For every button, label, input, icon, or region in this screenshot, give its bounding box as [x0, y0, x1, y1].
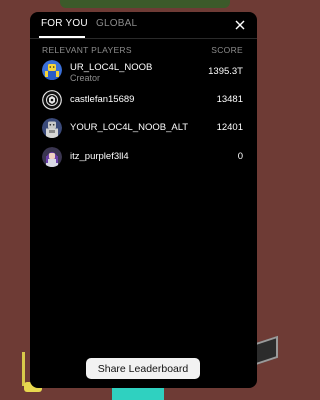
player-role: Creator: [70, 73, 101, 83]
player-row[interactable]: castlefan15689 13481: [30, 88, 257, 114]
player-row[interactable]: itz_purplef3ll4 0: [30, 145, 257, 171]
player-score: 12401: [216, 122, 243, 133]
close-button[interactable]: [233, 18, 247, 32]
player-name: YOUR_LOC4L_NOOB_ALT: [70, 122, 189, 133]
leaderboard-panel: FOR YOU GLOBAL RELEVANT PLAYERS SCORE UR…: [30, 12, 257, 388]
purple-character-avatar-icon: [42, 147, 62, 167]
player-name: itz_purplef3ll4: [70, 151, 129, 162]
player-name: UR_LOC4L_NOOB: [70, 62, 153, 73]
close-icon: [235, 20, 245, 30]
players-column-header: RELEVANT PLAYERS: [42, 45, 132, 55]
player-score: 1395.3T: [208, 66, 243, 77]
gray-character-avatar-icon: [42, 118, 62, 138]
player-score: 13481: [216, 94, 243, 105]
score-column-header: SCORE: [211, 45, 243, 55]
player-score: 0: [237, 151, 243, 162]
background-scenery-strip: [60, 0, 230, 8]
yellow-noob-avatar-icon: [42, 60, 62, 80]
player-row[interactable]: YOUR_LOC4L_NOOB_ALT 12401: [30, 116, 257, 142]
tab-divider: [30, 38, 257, 39]
background-scenery-block: [112, 386, 164, 400]
tab-bar: FOR YOU GLOBAL: [30, 12, 257, 38]
share-leaderboard-button[interactable]: Share Leaderboard: [86, 358, 200, 379]
tab-global[interactable]: GLOBAL: [96, 18, 137, 29]
white-emblem-avatar-icon: [42, 90, 62, 110]
player-name: castlefan15689: [70, 94, 135, 105]
tab-for-you[interactable]: FOR YOU: [41, 18, 88, 29]
player-row[interactable]: UR_LOC4L_NOOB Creator 1395.3T: [30, 58, 257, 84]
